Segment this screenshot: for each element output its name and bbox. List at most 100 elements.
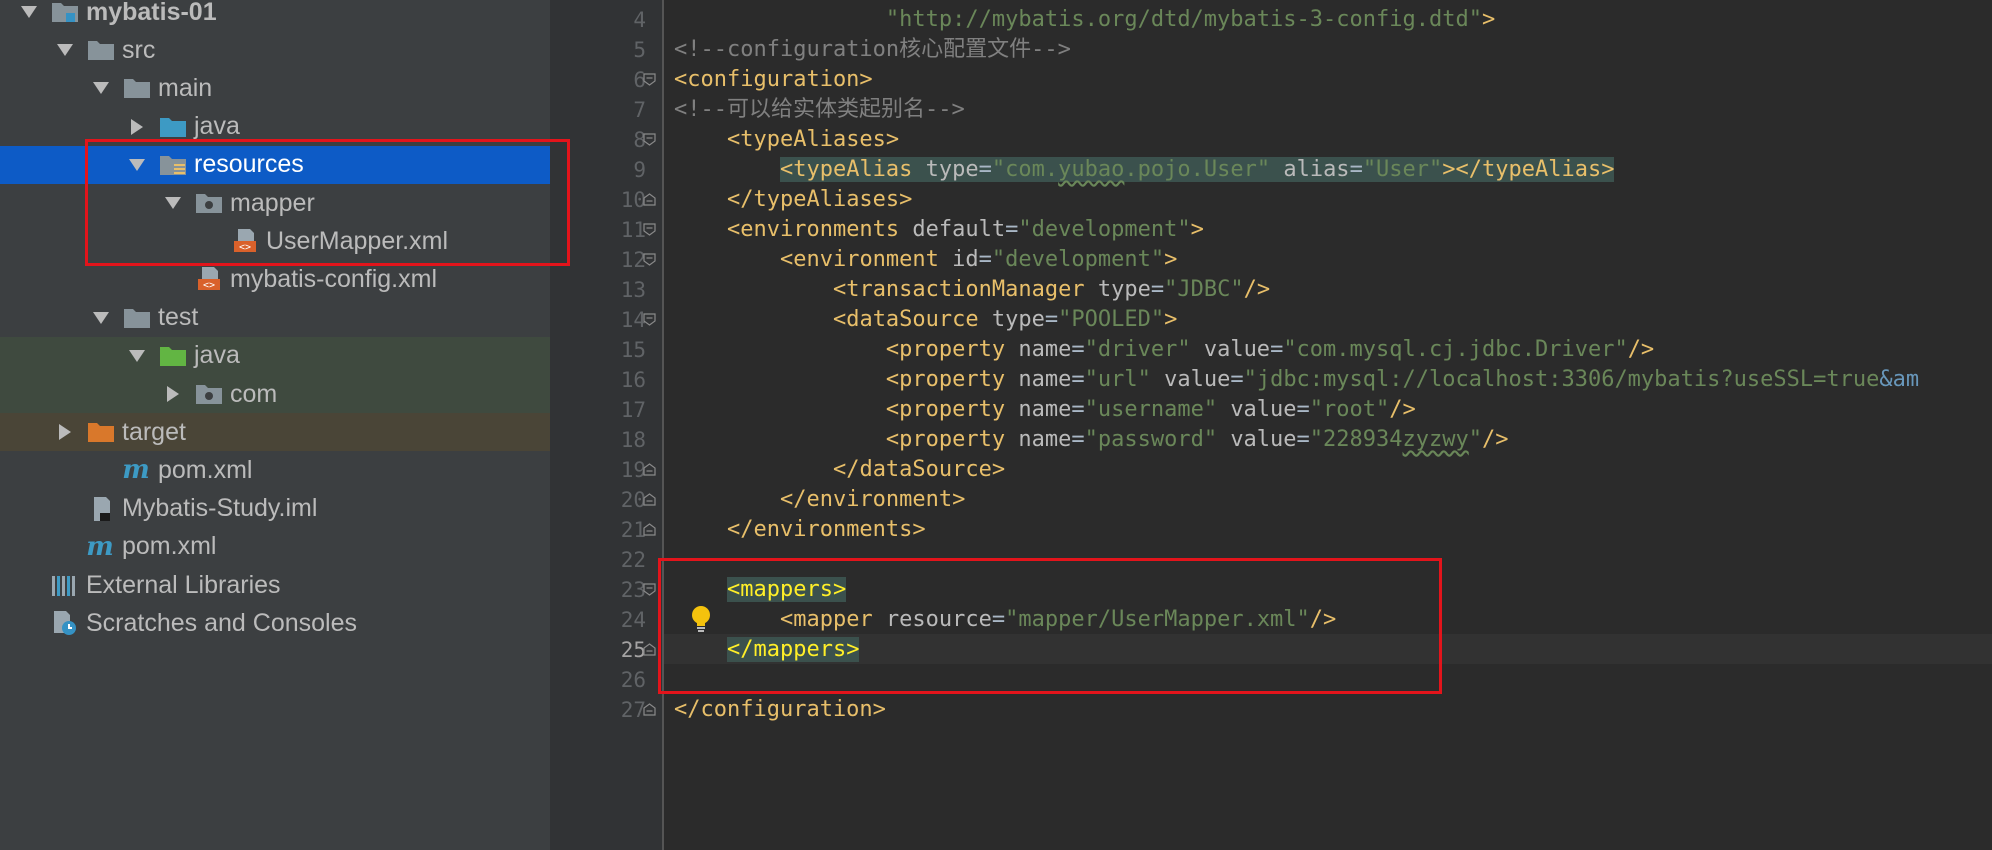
tree-item-pom-xml[interactable]: m pom.xml <box>0 528 550 566</box>
line-number: 9 <box>633 158 646 182</box>
line-number: 15 <box>620 338 646 362</box>
folder-icon <box>122 305 152 331</box>
line-number: 11 <box>620 218 646 242</box>
tree-item-label: Mybatis-Study.iml <box>122 494 318 523</box>
package-folder-icon <box>194 381 224 407</box>
line-number: 14 <box>620 308 646 332</box>
fold-open-icon[interactable] <box>643 313 656 326</box>
chevron-right-icon[interactable] <box>162 383 184 405</box>
maven-icon: m <box>122 456 152 484</box>
chevron-right-icon[interactable] <box>54 421 76 443</box>
tree-item-mybatis-study-iml[interactable]: Mybatis-Study.iml <box>0 490 550 528</box>
tree-item-label: mybatis-01 <box>86 0 217 26</box>
tree-item-label: External Libraries <box>86 570 281 599</box>
fold-close-icon[interactable] <box>643 643 656 656</box>
line-number: 23 <box>620 578 646 602</box>
line-number: 8 <box>633 128 646 152</box>
tree-item-label: java <box>194 341 240 370</box>
tree-item-src[interactable]: src <box>0 31 550 69</box>
code-line-9[interactable]: <typeAlias type="com.yubao.pojo.User" al… <box>674 155 1615 185</box>
tree-item-label: Scratches and Consoles <box>86 608 357 637</box>
source-folder-icon <box>158 114 188 140</box>
code-line-12[interactable]: <environment id="development"> <box>674 245 1177 275</box>
line-number: 4 <box>633 8 646 32</box>
tree-item-main[interactable]: main <box>0 69 550 107</box>
tree-item-label: pom.xml <box>158 455 253 484</box>
fold-close-icon[interactable] <box>643 703 656 716</box>
svg-text:m: m <box>122 456 150 484</box>
code-line-5[interactable]: <!--configuration核心配置文件--> <box>674 35 1071 65</box>
code-line-18[interactable]: <property name="password" value="228934z… <box>674 425 1509 455</box>
code-line-8[interactable]: <typeAliases> <box>674 125 899 155</box>
tree-item-test[interactable]: test <box>0 299 550 337</box>
fold-close-icon[interactable] <box>643 463 656 476</box>
annotation-box-mappers <box>658 558 1442 694</box>
fold-close-icon[interactable] <box>643 193 656 206</box>
line-number: 25 <box>620 638 646 662</box>
fold-open-icon[interactable] <box>643 73 656 86</box>
tree-item-pom-xml[interactable]: m pom.xml <box>0 451 550 489</box>
fold-close-icon[interactable] <box>643 523 656 536</box>
fold-close-icon[interactable] <box>643 493 656 506</box>
fold-open-icon[interactable] <box>643 133 656 146</box>
code-line-15[interactable]: <property name="driver" value="com.mysql… <box>674 335 1654 365</box>
code-line-21[interactable]: </environments> <box>674 515 926 545</box>
excluded-folder-icon <box>86 419 116 445</box>
intention-bulb-icon[interactable] <box>688 604 714 634</box>
fold-open-icon[interactable] <box>643 583 656 596</box>
line-number: 22 <box>620 548 646 572</box>
tree-item-scratches-and-consoles[interactable]: Scratches and Consoles <box>0 604 550 642</box>
code-line-11[interactable]: <environments default="development"> <box>674 215 1204 245</box>
chevron-down-icon[interactable] <box>126 345 148 367</box>
code-line-10[interactable]: </typeAliases> <box>674 185 912 215</box>
line-number: 5 <box>633 38 646 62</box>
code-line-13[interactable]: <transactionManager type="JDBC"/> <box>674 275 1270 305</box>
code-line-14[interactable]: <dataSource type="POOLED"> <box>674 305 1177 335</box>
line-number: 12 <box>620 248 646 272</box>
chevron-down-icon[interactable] <box>90 77 112 99</box>
tree-item-label: mybatis-config.xml <box>230 264 437 293</box>
tree-item-mybatis-01[interactable]: mybatis-01 <box>0 0 550 31</box>
code-line-20[interactable]: </environment> <box>674 485 965 515</box>
svg-text:m: m <box>86 533 114 561</box>
tree-item-external-libraries[interactable]: External Libraries <box>0 566 550 604</box>
chevron-down-icon[interactable] <box>54 39 76 61</box>
chevron-right-icon[interactable] <box>126 116 148 138</box>
project-tool-window: mybatis-01 src main java resources mapper <> Us… <box>0 0 550 850</box>
tree-item-label: java <box>194 112 240 141</box>
line-number: 18 <box>620 428 646 452</box>
chevron-down-icon[interactable] <box>90 307 112 329</box>
code-line-27[interactable]: </configuration> <box>674 695 886 725</box>
tree-item-target[interactable]: target <box>0 413 550 452</box>
svg-text:<>: <> <box>203 280 215 291</box>
line-number: 16 <box>620 368 646 392</box>
folder-icon <box>122 75 152 101</box>
tree-item-java[interactable]: java <box>0 336 550 375</box>
code-line-19[interactable]: </dataSource> <box>674 455 1005 485</box>
code-line-17[interactable]: <property name="username" value="root"/> <box>674 395 1416 425</box>
xml-file-icon: <> <box>194 266 224 292</box>
folder-icon <box>86 37 116 63</box>
code-line-6[interactable]: <configuration> <box>674 65 873 95</box>
line-number: 6 <box>633 68 646 92</box>
chevron-down-icon[interactable] <box>18 1 40 23</box>
fold-gutter <box>636 0 662 850</box>
module-folder-icon <box>50 0 80 25</box>
tree-item-mybatis-config-xml[interactable]: <> mybatis-config.xml <box>0 260 550 298</box>
line-number: 13 <box>620 278 646 302</box>
code-line-16[interactable]: <property name="url" value="jdbc:mysql:/… <box>674 365 1919 395</box>
fold-open-icon[interactable] <box>643 253 656 266</box>
line-number: 17 <box>620 398 646 422</box>
tree-item-label: src <box>122 35 156 64</box>
fold-open-icon[interactable] <box>643 223 656 236</box>
tree-item-label: pom.xml <box>122 532 217 561</box>
tree-item-label: com <box>230 379 278 408</box>
libraries-icon <box>50 572 80 598</box>
code-line-7[interactable]: <!--可以给实体类起别名--> <box>674 95 965 125</box>
code-editor[interactable]: "http://mybatis.org/dtd/mybatis-3-config… <box>664 0 1992 850</box>
code-line-4[interactable]: "http://mybatis.org/dtd/mybatis-3-config… <box>674 5 1495 35</box>
line-number: 27 <box>620 698 646 722</box>
tree-item-com[interactable]: com <box>0 375 550 413</box>
iml-file-icon <box>86 496 116 522</box>
annotation-box-resources <box>85 139 570 266</box>
